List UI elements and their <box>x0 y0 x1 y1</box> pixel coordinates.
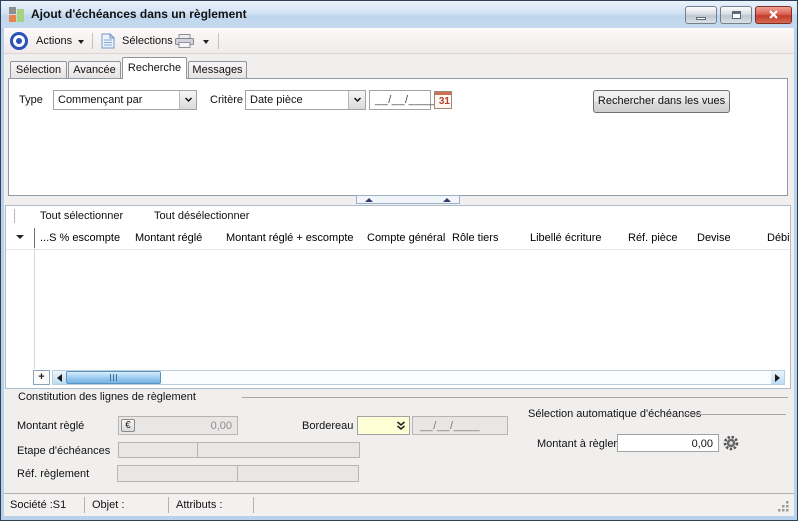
status-attributs: Attributs : <box>176 499 223 511</box>
critere-select-value: Date pièce <box>250 94 303 106</box>
resize-grip[interactable] <box>777 500 790 518</box>
montant-regle-label: Montant règlé <box>17 420 85 432</box>
type-select-value: Commençant par <box>58 94 143 106</box>
titlebar: Ajout d'échéances dans un règlement <box>1 1 797 28</box>
window-title: Ajout d'échéances dans un règlement <box>31 7 247 21</box>
scrollbar-thumb[interactable] <box>66 371 161 384</box>
header-underline <box>6 249 790 250</box>
tab-messages[interactable]: Messages <box>188 61 247 78</box>
col-escompte[interactable]: ...S % escompte <box>40 232 132 244</box>
montant-regle-value: 0,00 <box>210 420 232 432</box>
search-views-button[interactable]: Rechercher dans les vues <box>593 90 730 113</box>
scroll-right-button[interactable] <box>771 371 784 384</box>
scroll-left-button[interactable] <box>53 371 66 384</box>
close-icon <box>769 10 778 19</box>
ref-field-1 <box>117 465 238 482</box>
close-button[interactable] <box>755 6 792 24</box>
status-divider <box>168 497 169 513</box>
critere-label: Critère <box>210 94 244 106</box>
actions-button[interactable]: Actions <box>36 35 72 47</box>
collapse-up-icon <box>443 197 451 202</box>
selections-button[interactable]: Sélections <box>122 35 173 47</box>
bordereau-label: Bordereau <box>302 420 354 432</box>
actions-target-icon <box>10 32 28 50</box>
col-montant-escompte[interactable]: Montant réglé + escompte <box>226 232 366 244</box>
col-libelle[interactable]: Libellé écriture <box>530 232 626 244</box>
ref-field-2 <box>237 465 359 482</box>
ref-reglement-label: Réf. règlement <box>17 468 90 480</box>
bordereau-select[interactable] <box>357 416 410 435</box>
group-rule <box>242 397 788 398</box>
select-all-button[interactable]: Tout sélectionner <box>40 210 123 222</box>
app-logo-icon <box>9 6 25 22</box>
type-select[interactable]: Commençant par <box>53 90 197 110</box>
montant-a-regler-input[interactable]: 0,00 <box>617 434 719 452</box>
tab-selection[interactable]: Sélection <box>10 61 67 78</box>
bordereau-date-input[interactable]: __/__/____ <box>412 416 508 435</box>
status-objet: Objet : <box>92 499 125 511</box>
euro-button[interactable]: € <box>121 419 135 432</box>
horizontal-scrollbar[interactable] <box>52 370 785 385</box>
window-content: Actions Sélections Sélection Avancée Rec… <box>4 28 794 516</box>
group-title: Constitution des lignes de règlement <box>18 391 196 403</box>
auto-group-rule <box>682 414 786 415</box>
toolbar-separator <box>92 33 93 49</box>
tab-avancee[interactable]: Avancée <box>68 61 121 78</box>
collapse-up-icon <box>365 197 373 202</box>
montant-a-regler-label: Montant à règler <box>537 438 618 450</box>
print-icon[interactable] <box>175 34 195 54</box>
status-divider <box>84 497 85 513</box>
deselect-all-button[interactable]: Tout désélectionner <box>154 210 249 222</box>
window-controls <box>685 6 792 24</box>
reglement-panel: Constitution des lignes de règlement Mon… <box>4 389 794 493</box>
status-divider <box>253 497 254 513</box>
col-devise[interactable]: Devise <box>697 232 765 244</box>
gear-icon[interactable] <box>723 435 739 456</box>
add-column-button[interactable]: + <box>33 370 50 385</box>
etape-field-2 <box>197 442 360 458</box>
calendar-icon[interactable]: 31 <box>434 91 452 109</box>
double-chevron-down-icon <box>396 420 406 430</box>
status-societe: Société :S1 <box>10 499 67 511</box>
etape-field-1 <box>118 442 198 458</box>
auto-group-title: Sélection automatique d'échéances <box>528 408 702 420</box>
tab-recherche[interactable]: Recherche <box>122 57 187 79</box>
search-panel: Type Commençant par Critère Date pièce _… <box>8 78 788 196</box>
results-grid: Tout sélectionner Tout désélectionner ..… <box>5 205 791 389</box>
montant-regle-field: € 0,00 <box>118 416 238 435</box>
column-divider <box>34 248 35 369</box>
critere-select[interactable]: Date pièce <box>245 90 366 110</box>
search-date-input[interactable]: __/__/____ <box>369 90 435 110</box>
app-window: Ajout d'échéances dans un règlement Acti… <box>0 0 798 521</box>
minimize-button[interactable] <box>685 6 717 24</box>
col-role-tiers[interactable]: Rôle tiers <box>452 232 528 244</box>
col-debit[interactable]: Débit <box>767 232 790 244</box>
type-label: Type <box>19 94 43 106</box>
col-ref-piece[interactable]: Réf. pièce <box>628 232 695 244</box>
selections-document-icon <box>101 32 116 54</box>
actions-dropdown-icon[interactable] <box>78 40 84 44</box>
col-montant-regle[interactable]: Montant réglé <box>135 232 223 244</box>
maximize-button[interactable] <box>720 6 752 24</box>
grid-toolbar-separator <box>14 209 15 223</box>
row-selector-icon[interactable] <box>16 235 24 239</box>
etape-label: Etape d'échéances <box>17 445 111 457</box>
col-compte-general[interactable]: Compte général <box>367 232 450 244</box>
toolbar-separator <box>218 33 219 49</box>
column-divider <box>34 228 35 248</box>
splitter-handle[interactable] <box>356 195 460 204</box>
main-toolbar: Actions Sélections <box>4 28 794 54</box>
print-dropdown-icon[interactable] <box>203 40 209 44</box>
chevron-down-icon[interactable] <box>348 91 365 109</box>
status-bar: Société :S1 Objet : Attributs : <box>4 493 794 516</box>
chevron-down-icon[interactable] <box>179 91 196 109</box>
